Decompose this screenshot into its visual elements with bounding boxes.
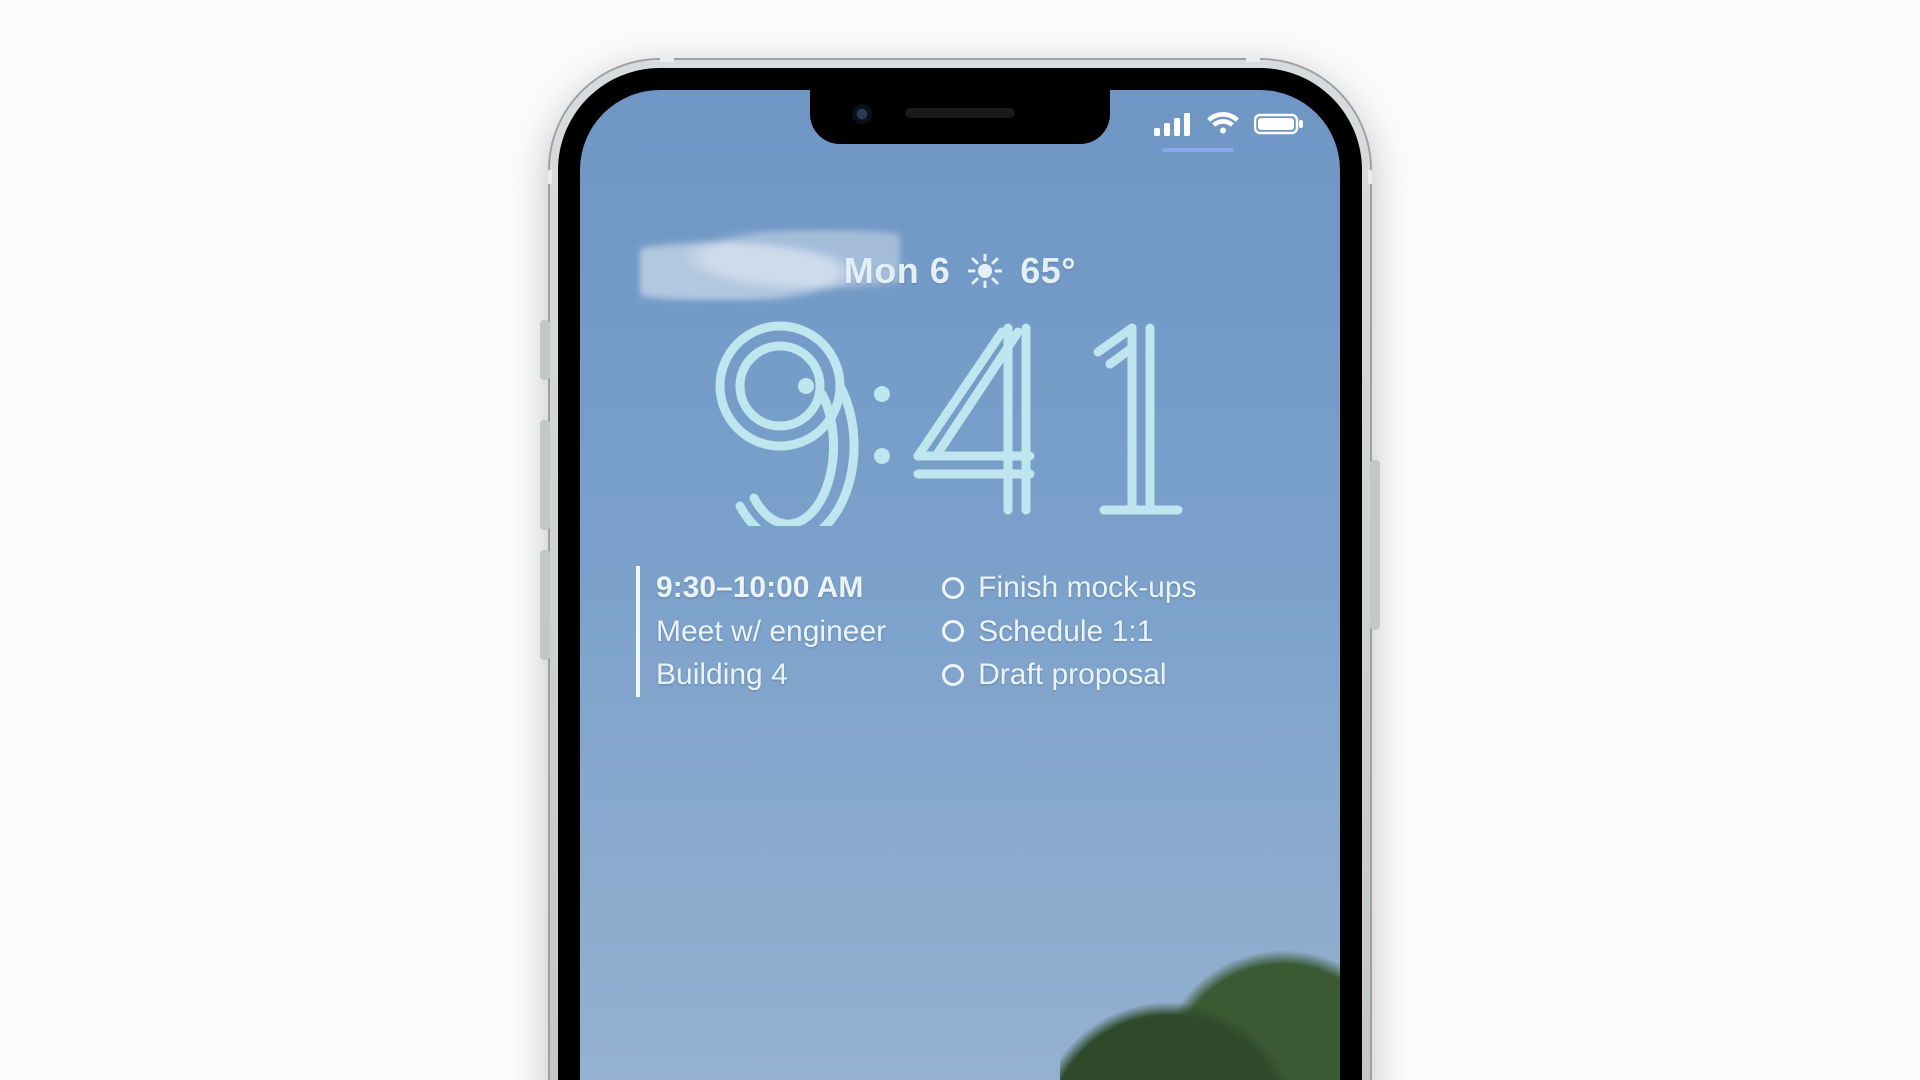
lock-widgets-row: 9:30–10:00 AM Meet w/ engineer Building … — [636, 566, 1284, 697]
phone-bezel: Mon 6 — [558, 68, 1362, 1080]
lock-clock[interactable] — [580, 306, 1340, 526]
status-bar — [1154, 112, 1304, 136]
reminder-radio-icon[interactable] — [942, 620, 964, 642]
phone-frame: Mon 6 — [550, 60, 1370, 1080]
reminder-label: Draft proposal — [978, 653, 1166, 697]
sun-icon — [968, 254, 1002, 288]
antenna-band — [660, 58, 674, 62]
reminder-item[interactable]: Schedule 1:1 — [942, 610, 1196, 654]
ring-silent-switch[interactable] — [540, 320, 550, 380]
lock-temp-label: 65° — [1020, 250, 1076, 292]
reminder-item[interactable]: Draft proposal — [942, 653, 1196, 697]
side-power-button[interactable] — [1370, 460, 1380, 630]
earpiece-speaker — [905, 108, 1015, 118]
battery-icon — [1254, 112, 1304, 136]
volume-down-button[interactable] — [540, 550, 550, 660]
antenna-band — [1368, 170, 1372, 184]
wifi-icon — [1206, 112, 1240, 136]
calendar-event-title: Meet w/ engineer — [656, 610, 886, 654]
reminders-widget[interactable]: Finish mock-ups Schedule 1:1 Draft propo… — [942, 566, 1196, 697]
reminder-radio-icon[interactable] — [942, 577, 964, 599]
volume-up-button[interactable] — [540, 420, 550, 530]
reminder-item[interactable]: Finish mock-ups — [942, 566, 1196, 610]
front-camera — [852, 104, 872, 124]
cellular-signal-icon — [1154, 112, 1192, 136]
reminder-radio-icon[interactable] — [942, 664, 964, 686]
calendar-event-location: Building 4 — [656, 653, 886, 697]
reminder-label: Finish mock-ups — [978, 566, 1196, 610]
antenna-band — [1246, 58, 1260, 62]
antenna-band — [548, 170, 552, 184]
status-bar-underline — [1162, 148, 1234, 152]
lock-screen[interactable]: Mon 6 — [580, 90, 1340, 1080]
calendar-widget[interactable]: 9:30–10:00 AM Meet w/ engineer Building … — [636, 566, 886, 697]
page: Mon 6 — [0, 0, 1920, 1080]
lock-date-label: Mon 6 — [844, 250, 951, 292]
date-weather-row[interactable]: Mon 6 — [580, 250, 1340, 292]
lock-screen-content: Mon 6 — [580, 90, 1340, 1080]
calendar-time-range: 9:30–10:00 AM — [656, 566, 886, 610]
display-notch — [810, 90, 1110, 144]
reminder-label: Schedule 1:1 — [978, 610, 1153, 654]
